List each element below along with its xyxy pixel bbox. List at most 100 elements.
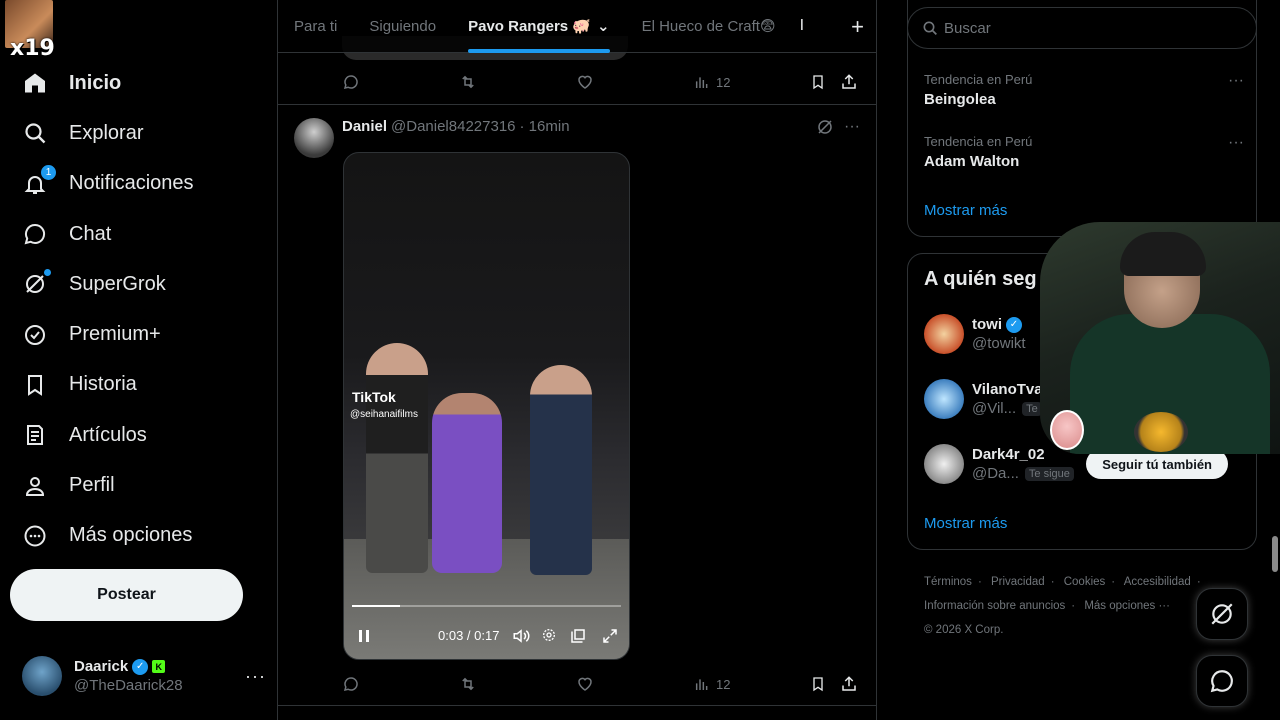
post-author-handle[interactable]: @Daniel84227316 bbox=[391, 118, 516, 135]
verified-badge-icon: ✓ bbox=[1006, 316, 1022, 333]
nav-item-perfil[interactable]: Perfil bbox=[10, 460, 194, 510]
main-nav: Inicio Explorar 1 Notificaciones Chat Su… bbox=[10, 58, 194, 561]
nav-label: Artículos bbox=[69, 423, 147, 446]
show-more-link[interactable]: Mostrar más bbox=[924, 202, 1007, 219]
reply-icon[interactable] bbox=[342, 675, 360, 693]
share-icon[interactable] bbox=[840, 675, 858, 693]
grok-icon[interactable] bbox=[816, 118, 834, 136]
picture-in-picture-icon[interactable] bbox=[569, 627, 587, 645]
nav-item-explorar[interactable]: Explorar bbox=[10, 108, 194, 158]
nav-item-mas-opciones[interactable]: Más opciones bbox=[10, 511, 194, 561]
trend-item[interactable]: Tendencia en Perú Adam Walton ··· bbox=[924, 134, 1244, 170]
tab-el-hueco-de-craft[interactable]: El Hueco de Craft😨 bbox=[626, 0, 792, 53]
show-more-link[interactable]: Mostrar más bbox=[924, 515, 1007, 532]
timeline-column: Para ti Siguiendo Pavo Rangers 🐖 ⌄ El Hue… bbox=[277, 0, 877, 720]
follows-you-badge: Te bbox=[1022, 401, 1042, 416]
tiktok-watermark: TikTok bbox=[352, 389, 396, 405]
bookmark-icon[interactable] bbox=[810, 73, 826, 91]
account-handle: @TheDaarick28 bbox=[74, 677, 183, 694]
bookmark-icon[interactable] bbox=[810, 675, 826, 693]
like-icon[interactable] bbox=[576, 73, 594, 91]
search-icon bbox=[22, 120, 48, 146]
views-icon bbox=[695, 679, 708, 690]
left-sidebar: x19 Inicio Explorar 1 Notificaciones Cha… bbox=[0, 0, 278, 720]
more-icon[interactable]: ··· bbox=[1228, 134, 1244, 152]
footer-link[interactable]: Términos bbox=[924, 576, 972, 588]
post-author-name[interactable]: Daniel bbox=[342, 118, 387, 135]
messages-fab-button[interactable] bbox=[1196, 655, 1248, 707]
trend-context: Tendencia en Perú bbox=[924, 72, 1033, 87]
views-icon bbox=[695, 77, 708, 88]
reply-icon[interactable] bbox=[342, 73, 360, 91]
grok-icon bbox=[22, 269, 51, 297]
nav-label: SuperGrok bbox=[69, 272, 166, 295]
nav-item-supergrok[interactable]: SuperGrok bbox=[10, 259, 194, 309]
nav-label: Explorar bbox=[69, 121, 144, 144]
trends-card: Tendencia en Perú Beingolea ··· Tendenci… bbox=[907, 0, 1257, 237]
nav-item-articulos[interactable]: Artículos bbox=[10, 410, 194, 460]
bookmark-icon bbox=[22, 372, 48, 398]
webcam-person-hair bbox=[1120, 232, 1206, 276]
tab-label: Para ti bbox=[294, 17, 338, 35]
nav-item-historia[interactable]: Historia bbox=[10, 360, 194, 410]
views-stat[interactable]: 12 bbox=[694, 676, 730, 692]
tab-siguiendo[interactable]: Siguiendo bbox=[353, 0, 452, 53]
nav-item-chat[interactable]: Chat bbox=[10, 209, 194, 259]
account-switcher[interactable]: Daarick ✓ K @TheDaarick28 ··· bbox=[22, 652, 266, 700]
video-progress-fill bbox=[352, 605, 401, 607]
views-stat[interactable]: 12 bbox=[694, 74, 730, 90]
like-icon[interactable] bbox=[576, 675, 594, 693]
tiktok-watermark-user: @seihanaifilms bbox=[350, 409, 418, 420]
nav-item-notificaciones[interactable]: 1 Notificaciones bbox=[10, 159, 194, 209]
more-icon[interactable]: ··· bbox=[245, 666, 266, 687]
page-scrollbar[interactable] bbox=[1272, 536, 1278, 572]
volume-icon[interactable] bbox=[512, 627, 530, 645]
account-names: Daarick ✓ K @TheDaarick28 bbox=[74, 658, 245, 694]
tab-overflow[interactable]: I bbox=[792, 17, 812, 35]
settings-gear-icon[interactable] bbox=[541, 627, 557, 643]
views-count: 12 bbox=[716, 676, 731, 692]
trend-title: Beingolea bbox=[924, 91, 996, 108]
footer-link[interactable]: Más opciones ··· bbox=[1084, 600, 1170, 612]
footer-link[interactable]: Accesibilidad bbox=[1124, 576, 1191, 588]
nav-item-inicio[interactable]: Inicio bbox=[10, 58, 194, 108]
footer-link[interactable]: Información sobre anuncios bbox=[924, 600, 1065, 612]
account-name: Daarick bbox=[74, 658, 129, 675]
views-count: 12 bbox=[716, 74, 731, 90]
nav-item-premium[interactable]: Premium+ bbox=[10, 309, 194, 359]
more-icon[interactable]: ··· bbox=[1228, 72, 1244, 90]
video-frame-person bbox=[432, 393, 502, 573]
tab-para-ti[interactable]: Para ti bbox=[278, 0, 353, 53]
new-dot bbox=[44, 269, 51, 277]
trend-item[interactable]: Tendencia en Perú Beingolea ··· bbox=[924, 72, 1244, 108]
suggestion-handle: @Da... bbox=[972, 465, 1019, 482]
repost-icon[interactable] bbox=[458, 73, 478, 91]
video-player[interactable]: TikTok @seihanaifilms 0:03 / 0:17 bbox=[343, 152, 630, 660]
more-circle-icon bbox=[22, 523, 48, 549]
articles-icon bbox=[22, 422, 48, 448]
video-progress-bar[interactable] bbox=[352, 605, 621, 607]
chat-icon bbox=[1209, 668, 1235, 694]
tab-pavo-rangers[interactable]: Pavo Rangers 🐖 ⌄ bbox=[452, 0, 625, 53]
nav-label: Chat bbox=[69, 222, 112, 245]
avatar bbox=[924, 314, 964, 354]
more-icon[interactable]: ··· bbox=[844, 118, 860, 136]
post-actions: 12 bbox=[342, 672, 862, 696]
app-root: x19 Inicio Explorar 1 Notificaciones Cha… bbox=[0, 0, 1280, 720]
pause-icon[interactable] bbox=[358, 629, 370, 643]
avatar[interactable] bbox=[294, 118, 334, 158]
who-to-follow-title: A quién seg bbox=[924, 268, 1037, 290]
share-icon[interactable] bbox=[840, 73, 858, 91]
post-button[interactable]: Postear bbox=[10, 569, 243, 621]
repost-icon[interactable] bbox=[458, 675, 478, 693]
footer-link[interactable]: Cookies bbox=[1064, 576, 1106, 588]
add-tab-icon[interactable]: + bbox=[851, 14, 864, 40]
nav-label: Más opciones bbox=[69, 524, 193, 547]
chevron-down-icon[interactable]: ⌄ bbox=[597, 17, 610, 35]
nav-label: Premium+ bbox=[69, 323, 161, 346]
suggestion-handle-row: @Da... Te sigue bbox=[972, 465, 1074, 482]
grok-fab-button[interactable] bbox=[1196, 588, 1248, 640]
post-time[interactable]: · 16min bbox=[520, 118, 570, 135]
fullscreen-icon[interactable] bbox=[601, 627, 619, 645]
footer-link[interactable]: Privacidad bbox=[991, 576, 1045, 588]
